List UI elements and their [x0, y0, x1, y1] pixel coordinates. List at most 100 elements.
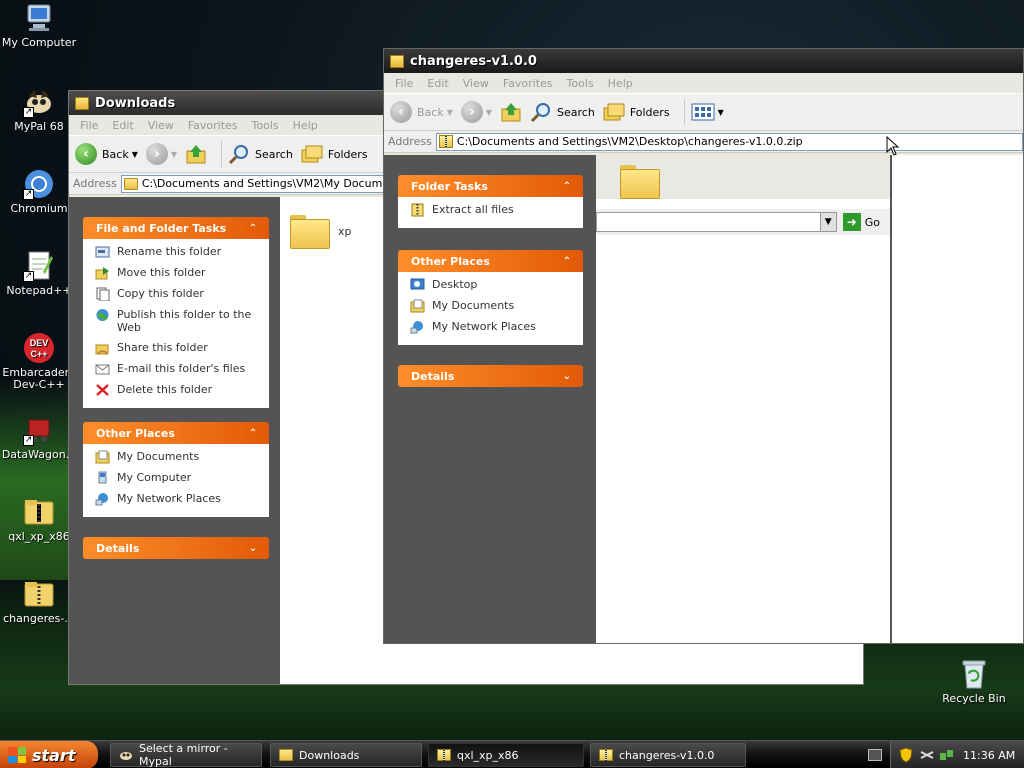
- up-folder-icon: [186, 145, 206, 164]
- folder-tasks-body: Extract all files: [398, 197, 583, 228]
- search-button[interactable]: Search: [530, 101, 595, 123]
- task-delete-folder[interactable]: Delete this folder: [95, 383, 261, 397]
- menu-help[interactable]: Help: [286, 119, 325, 132]
- file-folder-tasks-header[interactable]: File and Folder Tasks ⌃: [83, 217, 269, 239]
- place-my-network-places[interactable]: My Network Places: [410, 320, 575, 334]
- desktop-icon-datawagon[interactable]: ↗ DataWagon...: [0, 414, 78, 461]
- clock[interactable]: 11:36 AM: [963, 749, 1015, 762]
- other-places-header[interactable]: Other Places ⌃: [398, 250, 583, 272]
- folders-button[interactable]: Folders: [301, 144, 368, 164]
- desktop-icon-my-computer[interactable]: My Computer: [0, 2, 78, 49]
- go-button[interactable]: ➜ Go: [842, 213, 880, 231]
- desktop-icon-qxl-zip[interactable]: qxl_xp_x86: [0, 496, 78, 543]
- details-header[interactable]: Details ⌄: [398, 365, 583, 387]
- svg-text:DEV: DEV: [30, 338, 49, 348]
- forward-button[interactable]: › ▼: [460, 101, 492, 123]
- menu-favorites[interactable]: Favorites: [496, 77, 560, 90]
- chevron-down-icon[interactable]: ▼: [819, 213, 836, 231]
- other-places-header[interactable]: Other Places ⌃: [83, 422, 269, 444]
- security-shield-icon[interactable]: [899, 747, 913, 763]
- task-move-folder[interactable]: Move this folder: [95, 266, 261, 280]
- menu-tools[interactable]: Tools: [245, 119, 286, 132]
- collapse-chevron-icon[interactable]: ⌃: [247, 428, 259, 439]
- task-share-folder[interactable]: Share this folder: [95, 341, 261, 355]
- desktop-icon-recycle-bin[interactable]: Recycle Bin: [934, 658, 1014, 705]
- details-header[interactable]: Details ⌄: [83, 537, 269, 559]
- dropdown-arrow-icon[interactable]: ▼: [132, 150, 138, 159]
- window-title: Downloads: [95, 95, 176, 111]
- forward-button[interactable]: › ▼: [145, 143, 177, 165]
- task-copy-folder[interactable]: Copy this folder: [95, 287, 261, 301]
- search-button[interactable]: Search: [228, 143, 293, 165]
- menu-edit[interactable]: Edit: [420, 77, 455, 90]
- task-extract-all[interactable]: Extract all files: [410, 203, 575, 217]
- desktop-icon-notepad-plus-plus[interactable]: ↗ Notepad++: [0, 250, 78, 297]
- task-publish-web[interactable]: Publish this folder to the Web: [95, 308, 261, 334]
- collapse-chevron-icon[interactable]: ⌃: [561, 181, 573, 192]
- folder-tasks-header[interactable]: Folder Tasks ⌃: [398, 175, 583, 197]
- menu-help[interactable]: Help: [601, 77, 640, 90]
- collapse-chevron-icon[interactable]: ⌃: [247, 223, 259, 234]
- network-connection-icon[interactable]: [939, 748, 955, 762]
- mypal-icon: ↗: [23, 86, 55, 118]
- menu-file[interactable]: File: [388, 77, 420, 90]
- task-email-files[interactable]: E-mail this folder's files: [95, 362, 261, 376]
- extract-icon: [411, 203, 424, 217]
- place-my-network-places[interactable]: My Network Places: [95, 492, 261, 506]
- back-arrow-icon: ‹: [390, 101, 412, 123]
- changeres-address-bar: Address C:\Documents and Settings\VM2\De…: [384, 131, 1023, 153]
- menu-tools[interactable]: Tools: [560, 77, 601, 90]
- go-arrow-icon: ➜: [842, 213, 861, 231]
- dropdown-arrow-icon[interactable]: ▼: [447, 108, 453, 117]
- folder-icon: [620, 165, 660, 199]
- folder-item-xp[interactable]: xp: [290, 215, 352, 249]
- network-tools-icon[interactable]: [919, 748, 935, 762]
- taskbar-task-downloads[interactable]: Downloads: [270, 743, 422, 767]
- place-desktop[interactable]: Desktop: [410, 278, 575, 292]
- window-title: changeres-v1.0.0: [410, 53, 537, 69]
- changeres-window[interactable]: changeres-v1.0.0 File Edit View Favorite…: [383, 48, 1024, 644]
- folder-icon: [75, 96, 89, 110]
- task-rename-folder[interactable]: Rename this folder: [95, 245, 261, 259]
- views-button[interactable]: ▼: [691, 102, 724, 122]
- menu-file[interactable]: File: [73, 119, 105, 132]
- back-button[interactable]: ‹ Back ▼: [390, 101, 453, 123]
- menu-view[interactable]: View: [456, 77, 496, 90]
- menu-view[interactable]: View: [141, 119, 181, 132]
- up-folder-button[interactable]: [500, 101, 522, 123]
- zip-folder-icon: [23, 578, 55, 610]
- desktop-icon-mypal[interactable]: ↗ MyPal 68: [0, 86, 78, 133]
- up-folder-button[interactable]: [185, 143, 207, 165]
- taskbar-task-changeres[interactable]: changeres-v1.0.0: [590, 743, 746, 767]
- dropdown-arrow-icon[interactable]: ▼: [718, 108, 724, 117]
- desktop-icon-dev-cpp[interactable]: DEV C++ Embarcadero Dev-C++: [0, 332, 78, 391]
- address-input[interactable]: C:\Documents and Settings\VM2\Desktop\ch…: [435, 132, 1023, 151]
- start-button[interactable]: start: [0, 741, 98, 768]
- rename-icon: [95, 246, 110, 258]
- menu-favorites[interactable]: Favorites: [181, 119, 245, 132]
- collapse-chevron-icon[interactable]: ⌃: [561, 256, 573, 267]
- changeres-file-list: ▼ ➜ Go: [596, 155, 892, 643]
- expand-chevron-icon[interactable]: ⌄: [247, 543, 259, 554]
- menu-edit[interactable]: Edit: [105, 119, 140, 132]
- place-my-computer[interactable]: My Computer: [95, 471, 261, 485]
- place-my-documents[interactable]: My Documents: [410, 299, 575, 313]
- dropdown-arrow-icon[interactable]: ▼: [171, 150, 177, 159]
- recycle-bin-icon: [958, 658, 990, 690]
- taskbar-task-mypal[interactable]: Select a mirror - Mypal: [110, 742, 262, 768]
- expand-chevron-icon[interactable]: ⌄: [561, 371, 573, 382]
- taskbar-task-qxl[interactable]: qxl_xp_x86: [428, 743, 584, 767]
- zip-folder-icon: [437, 749, 451, 761]
- changeres-title-bar[interactable]: changeres-v1.0.0: [384, 49, 1023, 73]
- folder-icon: [123, 177, 138, 190]
- dropdown-arrow-icon[interactable]: ▼: [486, 108, 492, 117]
- zip-folder-icon: [390, 54, 404, 68]
- folders-button[interactable]: Folders: [603, 102, 670, 122]
- place-my-documents[interactable]: My Documents: [95, 450, 261, 464]
- folder-icon: [279, 749, 293, 761]
- desktop-icon-changeres-zip[interactable]: changeres-...: [0, 578, 78, 625]
- keyboard-icon[interactable]: [868, 749, 882, 761]
- back-button[interactable]: ‹ Back ▼: [75, 143, 138, 165]
- views-icon: [691, 103, 715, 121]
- desktop-icon-chromium[interactable]: ↗ Chromium: [0, 168, 78, 215]
